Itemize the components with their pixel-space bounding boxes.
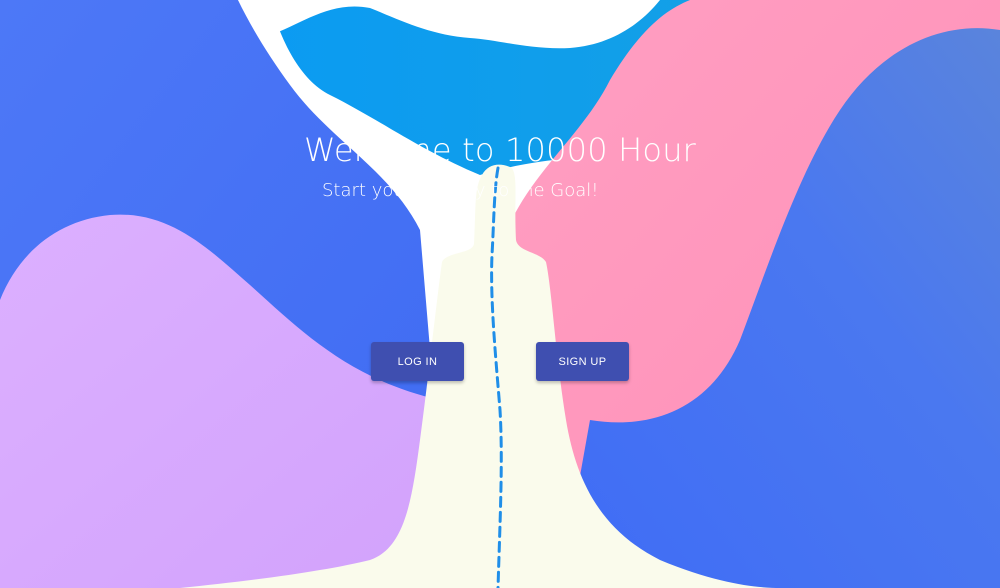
background-illustration	[0, 0, 1000, 588]
signup-button[interactable]: SIGN UP	[536, 342, 629, 381]
landing-page: Welcome to 10000 Hour Start your journey…	[0, 0, 1000, 588]
login-button[interactable]: LOG IN	[371, 342, 464, 381]
page-title: Welcome to 10000 Hour	[303, 131, 697, 169]
page-subtitle: Start your journey to the Goal!	[322, 180, 599, 201]
